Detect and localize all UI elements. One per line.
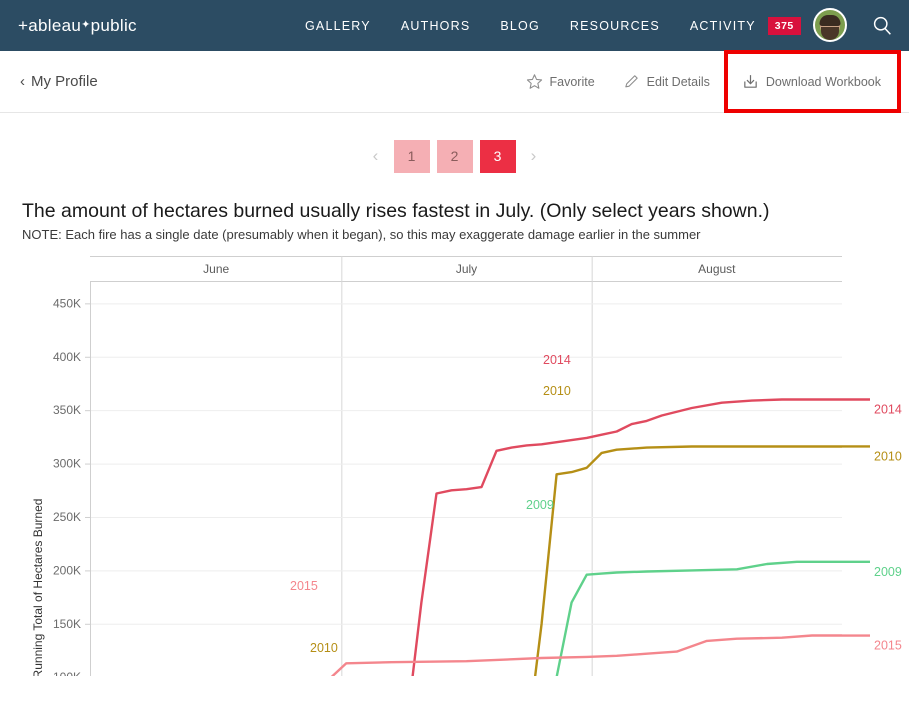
series-label-2015: 2015 [874, 639, 902, 653]
back-to-my-profile-link[interactable]: ‹ My Profile [20, 73, 98, 90]
y-tick-label: 200K [53, 564, 81, 578]
chart-title: The amount of hectares burned usually ri… [22, 200, 770, 222]
star-icon [526, 74, 542, 89]
series-line-2014 [411, 398, 842, 677]
edit-details-button[interactable]: Edit Details [609, 55, 724, 108]
edit-details-label: Edit Details [646, 74, 710, 89]
favorite-label: Favorite [549, 74, 595, 89]
y-tick-label: 100K [53, 670, 81, 676]
pagination-next[interactable]: › [523, 146, 545, 166]
download-icon [744, 75, 757, 88]
download-workbook-button[interactable]: Download Workbook [723, 50, 902, 113]
tableau-public-logo[interactable]: +ableau✦public [18, 16, 137, 36]
line-chart: JuneJulyAugust50K100K150K200K250K300K350… [22, 256, 909, 677]
series-line-2009 [555, 560, 842, 677]
avatar[interactable] [813, 8, 847, 42]
visualization: The amount of hectares burned usually ri… [0, 199, 909, 677]
chart-subtitle: NOTE: Each fire has a single date (presu… [22, 227, 701, 243]
search-icon[interactable] [872, 15, 893, 36]
pencil-icon [624, 75, 638, 88]
series-label-2009: 2009 [874, 565, 902, 579]
nav-activity[interactable]: ACTIVITY [690, 19, 756, 33]
toolbar-actions: Favorite Edit Details Download Workbook [512, 50, 902, 113]
pagination-page-3[interactable]: 3 [479, 139, 516, 173]
y-tick-label: 150K [53, 617, 81, 631]
y-axis-title: Running Total of Hectares Burned [31, 499, 45, 676]
panel-header-july: July [456, 262, 477, 276]
inline-annotation-2014: 2014 [543, 353, 571, 367]
y-tick-label: 400K [53, 350, 81, 364]
favorite-button[interactable]: Favorite [512, 55, 609, 108]
chevron-left-icon: ‹ [20, 73, 25, 90]
nav-authors[interactable]: AUTHORS [401, 19, 471, 33]
y-tick-label: 350K [53, 403, 81, 417]
inline-annotation-2015: 2015 [290, 579, 318, 593]
panel-header-june: June [203, 262, 229, 276]
series-line-2010 [533, 445, 842, 677]
inline-annotation-2010: 2010 [543, 384, 571, 398]
y-tick-label: 300K [53, 457, 81, 471]
pagination-page-2[interactable]: 2 [436, 139, 473, 173]
back-link-label: My Profile [31, 73, 98, 90]
nav-blog[interactable]: BLOG [500, 19, 540, 33]
download-workbook-label: Download Workbook [765, 74, 881, 89]
top-navigation-bar: +ableau✦public GALLERY AUTHORS BLOG RESO… [0, 0, 909, 51]
logo-text-public: public [90, 15, 137, 35]
avatar-hair [819, 15, 841, 27]
main-nav: GALLERY AUTHORS BLOG RESOURCES ACTIVITY … [305, 16, 801, 35]
inline-annotation-2009: 2009 [526, 498, 554, 512]
chart-svg: JuneJulyAugust50K100K150K200K250K300K350… [31, 256, 902, 677]
pagination-page-1[interactable]: 1 [393, 139, 430, 173]
series-line-2015 [330, 634, 842, 677]
series-label-2010: 2010 [874, 450, 902, 464]
series-label-2014: 2014 [874, 403, 902, 417]
panel-header-august: August [698, 262, 736, 276]
avatar-beard [821, 26, 839, 40]
nav-gallery[interactable]: GALLERY [305, 19, 371, 33]
activity-count-badge: 375 [767, 16, 801, 35]
y-tick-label: 250K [53, 510, 81, 524]
logo-star-icon: ✦ [81, 18, 91, 31]
sub-toolbar: ‹ My Profile Favorite Edit Details Downl… [0, 50, 909, 113]
y-tick-label: 450K [53, 297, 81, 311]
logo-text-tableau: +ableau [18, 15, 82, 35]
nav-resources[interactable]: RESOURCES [570, 19, 660, 33]
inline-annotation-2010: 2010 [310, 641, 338, 655]
pagination: ‹ 1 2 3 › [0, 113, 909, 199]
pagination-prev[interactable]: ‹ [365, 146, 387, 166]
